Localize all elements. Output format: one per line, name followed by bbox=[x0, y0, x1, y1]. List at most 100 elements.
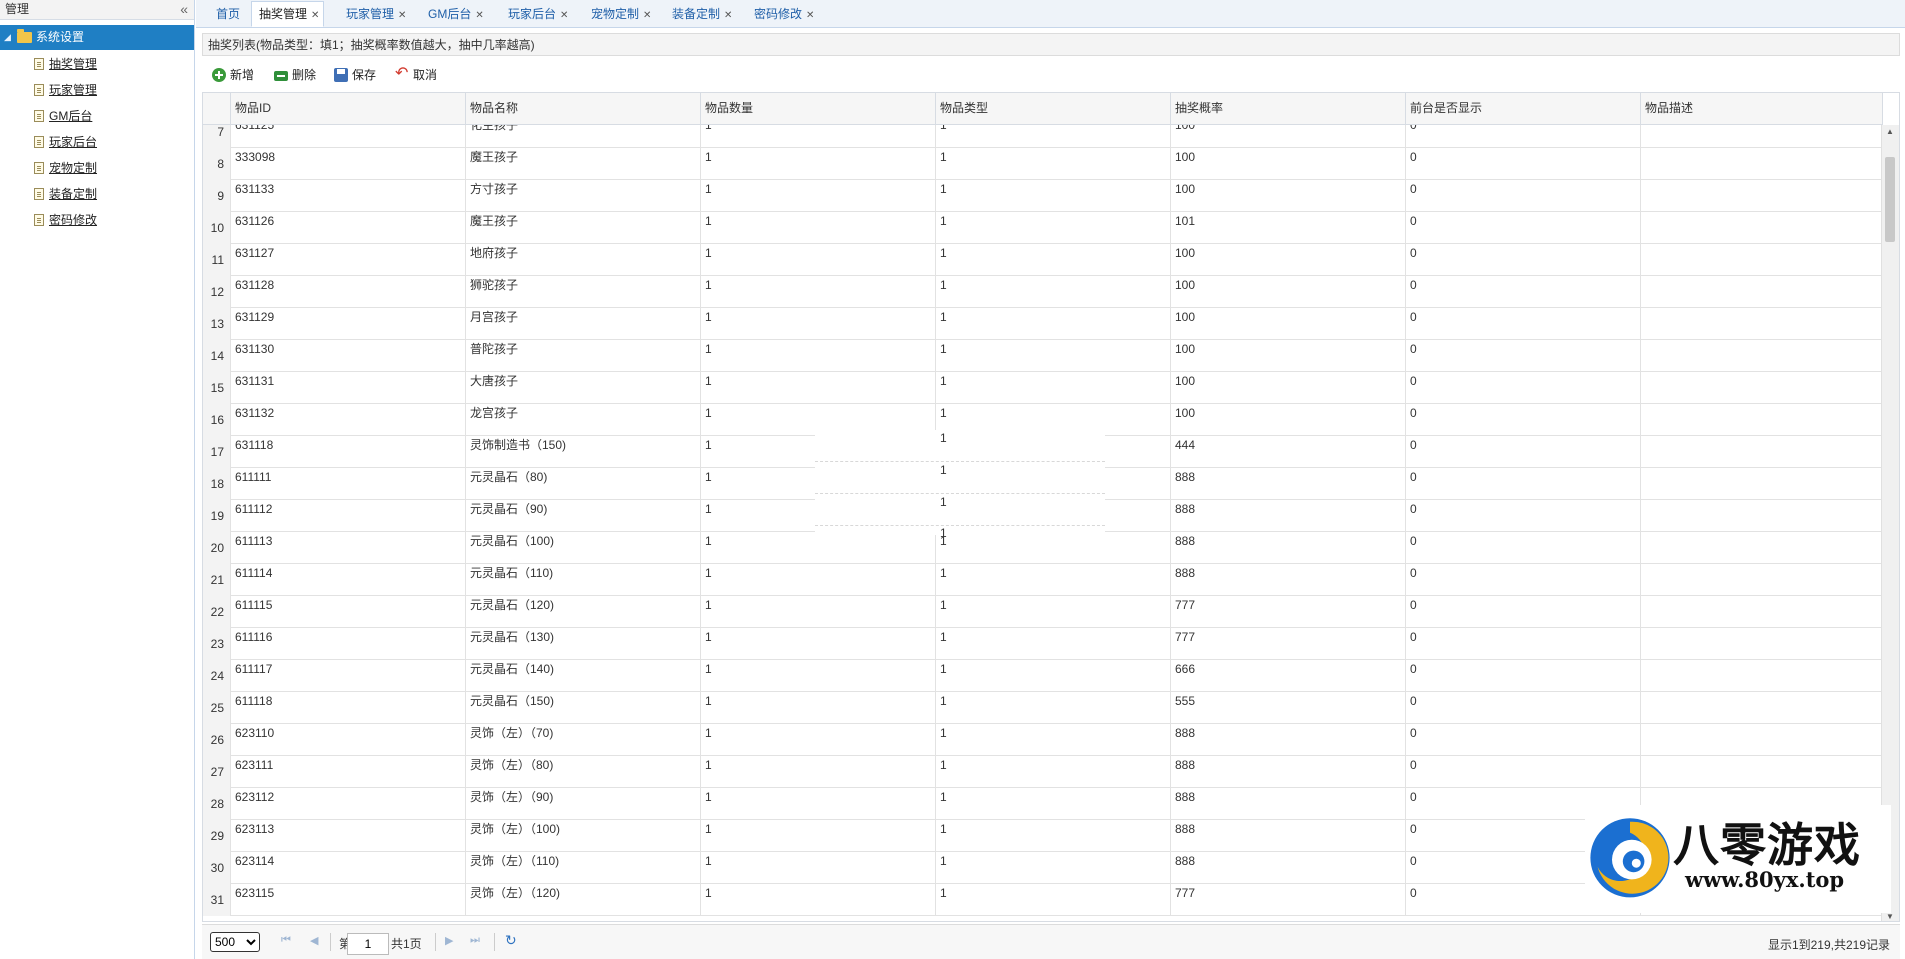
column-header[interactable]: 物品描述 bbox=[1641, 93, 1883, 124]
cell-show-frontend[interactable]: 0 bbox=[1406, 340, 1641, 372]
cell-item-type[interactable]: 1 bbox=[936, 532, 1171, 564]
cell-item-type[interactable]: 1 bbox=[936, 276, 1171, 308]
cell-item-name[interactable]: 元灵晶石（110) bbox=[466, 564, 701, 596]
prev-page-icon[interactable]: ◀ bbox=[310, 934, 318, 947]
cell-item-type[interactable]: 1 bbox=[936, 212, 1171, 244]
cell-item-quantity[interactable]: 1 bbox=[701, 692, 936, 724]
cell-item-id[interactable]: 333098 bbox=[231, 148, 466, 180]
cell-item-type[interactable]: 1 bbox=[936, 125, 1171, 148]
cell-item-type[interactable]: 1 bbox=[936, 596, 1171, 628]
cell-item-id[interactable]: 611118 bbox=[231, 692, 466, 724]
cell-description[interactable] bbox=[1641, 436, 1883, 468]
table-row[interactable]: 26 623110 灵饰（左）（70) 1 1 888 0 bbox=[203, 724, 1883, 756]
collapse-icon[interactable]: « bbox=[180, 0, 188, 19]
cell-description[interactable] bbox=[1641, 500, 1883, 532]
cell-show-frontend[interactable]: 0 bbox=[1406, 404, 1641, 436]
sidebar-item-players[interactable]: 玩家管理 bbox=[34, 80, 97, 100]
cell-show-frontend[interactable]: 0 bbox=[1406, 500, 1641, 532]
tab-player-backend[interactable]: 玩家后台 ✕ bbox=[504, 2, 572, 26]
cell-probability[interactable]: 555 bbox=[1171, 692, 1406, 724]
cell-item-name[interactable]: 狮驼孩子 bbox=[466, 276, 701, 308]
table-row[interactable]: 9 631133 方寸孩子 1 1 100 0 bbox=[203, 180, 1883, 212]
expand-triangle-icon[interactable]: ◢ bbox=[4, 25, 11, 50]
cell-show-frontend[interactable]: 0 bbox=[1406, 276, 1641, 308]
cell-probability[interactable]: 777 bbox=[1171, 884, 1406, 916]
column-header[interactable]: 物品数量 bbox=[701, 93, 936, 124]
cell-item-name[interactable]: 元灵晶石（90) bbox=[466, 500, 701, 532]
editor-row[interactable]: 1 bbox=[815, 462, 1105, 494]
scroll-up-icon[interactable]: ▲ bbox=[1886, 127, 1894, 136]
cell-description[interactable] bbox=[1641, 596, 1883, 628]
cell-description[interactable] bbox=[1641, 756, 1883, 788]
tab-password[interactable]: 密码修改 ✕ bbox=[750, 2, 818, 26]
cell-probability[interactable]: 100 bbox=[1171, 372, 1406, 404]
cell-item-name[interactable]: 元灵晶石（120) bbox=[466, 596, 701, 628]
cell-item-quantity[interactable]: 1 bbox=[701, 628, 936, 660]
cell-probability[interactable]: 888 bbox=[1171, 500, 1406, 532]
cell-item-id[interactable]: 631127 bbox=[231, 244, 466, 276]
cell-item-id[interactable]: 631128 bbox=[231, 276, 466, 308]
cell-item-name[interactable]: 灵饰（左）（110) bbox=[466, 852, 701, 884]
cell-probability[interactable]: 888 bbox=[1171, 564, 1406, 596]
sidebar-item-equip-custom[interactable]: 装备定制 bbox=[34, 184, 97, 204]
cell-item-id[interactable]: 611113 bbox=[231, 532, 466, 564]
cell-item-name[interactable]: 方寸孩子 bbox=[466, 180, 701, 212]
cell-description[interactable] bbox=[1641, 308, 1883, 340]
cell-description[interactable] bbox=[1641, 372, 1883, 404]
sidebar-item-gm[interactable]: GM后台 bbox=[34, 106, 92, 126]
column-header[interactable]: 前台是否显示 bbox=[1406, 93, 1641, 124]
cell-item-id[interactable]: 623115 bbox=[231, 884, 466, 916]
cell-item-type[interactable]: 1 bbox=[936, 660, 1171, 692]
table-row[interactable]: 11 631127 地府孩子 1 1 100 0 bbox=[203, 244, 1883, 276]
cell-item-name[interactable]: 化生孩子 bbox=[466, 125, 701, 148]
cell-probability[interactable]: 100 bbox=[1171, 244, 1406, 276]
tree-root-system-settings[interactable]: ◢ 系统设置 bbox=[0, 25, 194, 50]
tab-lottery[interactable]: 抽奖管理 ✕ bbox=[251, 1, 325, 27]
table-row[interactable]: 10 631126 魔王孩子 1 1 101 0 bbox=[203, 212, 1883, 244]
cell-probability[interactable]: 100 bbox=[1171, 180, 1406, 212]
cell-item-id[interactable]: 611112 bbox=[231, 500, 466, 532]
cell-item-name[interactable]: 大唐孩子 bbox=[466, 372, 701, 404]
cell-item-quantity[interactable]: 1 bbox=[701, 884, 936, 916]
cell-item-id[interactable]: 631118 bbox=[231, 436, 466, 468]
cell-item-quantity[interactable]: 1 bbox=[701, 532, 936, 564]
cell-show-frontend[interactable]: 0 bbox=[1406, 180, 1641, 212]
cell-show-frontend[interactable]: 0 bbox=[1406, 564, 1641, 596]
cell-item-name[interactable]: 灵饰（左）（90) bbox=[466, 788, 701, 820]
cell-item-type[interactable]: 1 bbox=[936, 244, 1171, 276]
table-row[interactable]: 25 611118 元灵晶石（150) 1 1 555 0 bbox=[203, 692, 1883, 724]
first-page-icon[interactable]: ⏮ bbox=[281, 934, 291, 947]
editor-row[interactable]: 1 bbox=[815, 430, 1105, 462]
cell-item-id[interactable]: 611114 bbox=[231, 564, 466, 596]
cell-probability[interactable]: 888 bbox=[1171, 756, 1406, 788]
cell-probability[interactable]: 444 bbox=[1171, 436, 1406, 468]
refresh-icon[interactable]: ↻ bbox=[505, 932, 517, 949]
sidebar-item-pet-custom[interactable]: 宠物定制 bbox=[34, 158, 97, 178]
cell-item-type[interactable]: 1 bbox=[936, 628, 1171, 660]
cell-item-name[interactable]: 灵饰（左）（120) bbox=[466, 884, 701, 916]
cell-item-name[interactable]: 魔王孩子 bbox=[466, 148, 701, 180]
close-icon[interactable]: ✕ bbox=[475, 10, 483, 21]
cell-probability[interactable]: 666 bbox=[1171, 660, 1406, 692]
tab-gm[interactable]: GM后台 ✕ bbox=[424, 2, 488, 26]
cell-item-id[interactable]: 631129 bbox=[231, 308, 466, 340]
cell-item-quantity[interactable]: 1 bbox=[701, 308, 936, 340]
table-row[interactable]: 21 611114 元灵晶石（110) 1 1 888 0 bbox=[203, 564, 1883, 596]
cell-item-quantity[interactable]: 1 bbox=[701, 125, 936, 148]
cell-item-type[interactable]: 1 bbox=[936, 884, 1171, 916]
cell-show-frontend[interactable]: 0 bbox=[1406, 244, 1641, 276]
vertical-scrollbar[interactable]: ▲ ▼ bbox=[1881, 125, 1899, 921]
cell-show-frontend[interactable]: 0 bbox=[1406, 596, 1641, 628]
next-page-icon[interactable]: ▶ bbox=[445, 934, 453, 947]
table-row[interactable]: 22 611115 元灵晶石（120) 1 1 777 0 bbox=[203, 596, 1883, 628]
cell-item-id[interactable]: 631126 bbox=[231, 212, 466, 244]
column-header[interactable]: 物品类型 bbox=[936, 93, 1171, 124]
column-header[interactable]: 物品名称 bbox=[466, 93, 701, 124]
cell-item-name[interactable]: 灵饰（左）（100) bbox=[466, 820, 701, 852]
cell-item-quantity[interactable]: 1 bbox=[701, 852, 936, 884]
cell-description[interactable] bbox=[1641, 404, 1883, 436]
scroll-down-icon[interactable]: ▼ bbox=[1886, 912, 1894, 921]
cell-probability[interactable]: 100 bbox=[1171, 125, 1406, 148]
cell-item-name[interactable]: 地府孩子 bbox=[466, 244, 701, 276]
tab-equip-custom[interactable]: 装备定制 ✕ bbox=[668, 2, 736, 26]
